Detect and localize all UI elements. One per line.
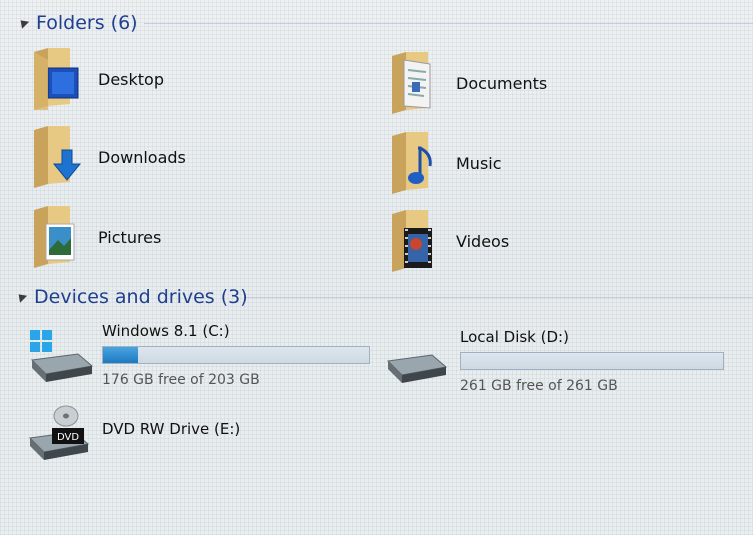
folder-label: Desktop	[98, 69, 164, 89]
drive-tile-e[interactable]: DVD DVD RW Drive (E:)	[26, 404, 240, 464]
dvd-drive-icon: DVD	[26, 404, 96, 464]
section-divider	[246, 297, 753, 298]
folders-section-header[interactable]: Folders (6)	[16, 12, 753, 34]
drive-name: DVD RW Drive (E:)	[102, 420, 241, 438]
drive-usage-fill	[103, 347, 139, 363]
devices-section-header[interactable]: Devices and drives (3)	[14, 286, 753, 308]
drive-tile-c[interactable]: Windows 8.1 (C:) 176 GB free of 203 GB	[26, 322, 370, 388]
drive-name: Local Disk (D:)	[460, 328, 569, 346]
devices-header-title: Devices and drives (3)	[34, 286, 248, 308]
drive-info: Windows 8.1 (C:) 176 GB free of 203 GB	[102, 322, 370, 388]
drive-name: Windows 8.1 (C:)	[102, 322, 230, 340]
folder-tile-downloads[interactable]: Downloads	[30, 126, 186, 188]
music-folder-icon	[388, 132, 444, 194]
collapse-arrow-icon[interactable]	[15, 290, 28, 303]
desktop-folder-icon	[30, 48, 86, 110]
drive-free-space: 176 GB free of 203 GB	[102, 372, 260, 388]
folder-label: Documents	[456, 73, 548, 93]
downloads-folder-icon	[30, 126, 86, 188]
folder-label: Music	[456, 153, 502, 173]
section-divider	[144, 23, 753, 24]
windows-drive-icon	[26, 326, 96, 384]
pictures-folder-icon	[30, 206, 86, 268]
collapse-arrow-icon[interactable]	[17, 16, 30, 29]
folder-label: Pictures	[98, 227, 162, 247]
folder-tile-documents[interactable]: Documents	[388, 52, 547, 114]
folder-label: Videos	[456, 231, 510, 251]
videos-folder-icon	[388, 210, 444, 272]
folders-header-title: Folders (6)	[36, 12, 138, 34]
drive-usage-bar	[460, 352, 724, 370]
folder-tile-music[interactable]: Music	[388, 132, 502, 194]
drive-usage-bar	[102, 346, 370, 364]
drive-info: Local Disk (D:) 261 GB free of 261 GB	[460, 328, 724, 394]
folder-label: Downloads	[98, 147, 186, 167]
folder-tile-pictures[interactable]: Pictures	[30, 206, 161, 268]
folder-tile-desktop[interactable]: Desktop	[30, 48, 164, 110]
drive-tile-d[interactable]: Local Disk (D:) 261 GB free of 261 GB	[384, 328, 724, 394]
folder-tile-videos[interactable]: Videos	[388, 210, 509, 272]
drive-free-space: 261 GB free of 261 GB	[460, 378, 618, 394]
documents-folder-icon	[388, 52, 444, 114]
hard-disk-icon	[384, 335, 454, 387]
dvd-badge-text: DVD	[57, 432, 79, 443]
